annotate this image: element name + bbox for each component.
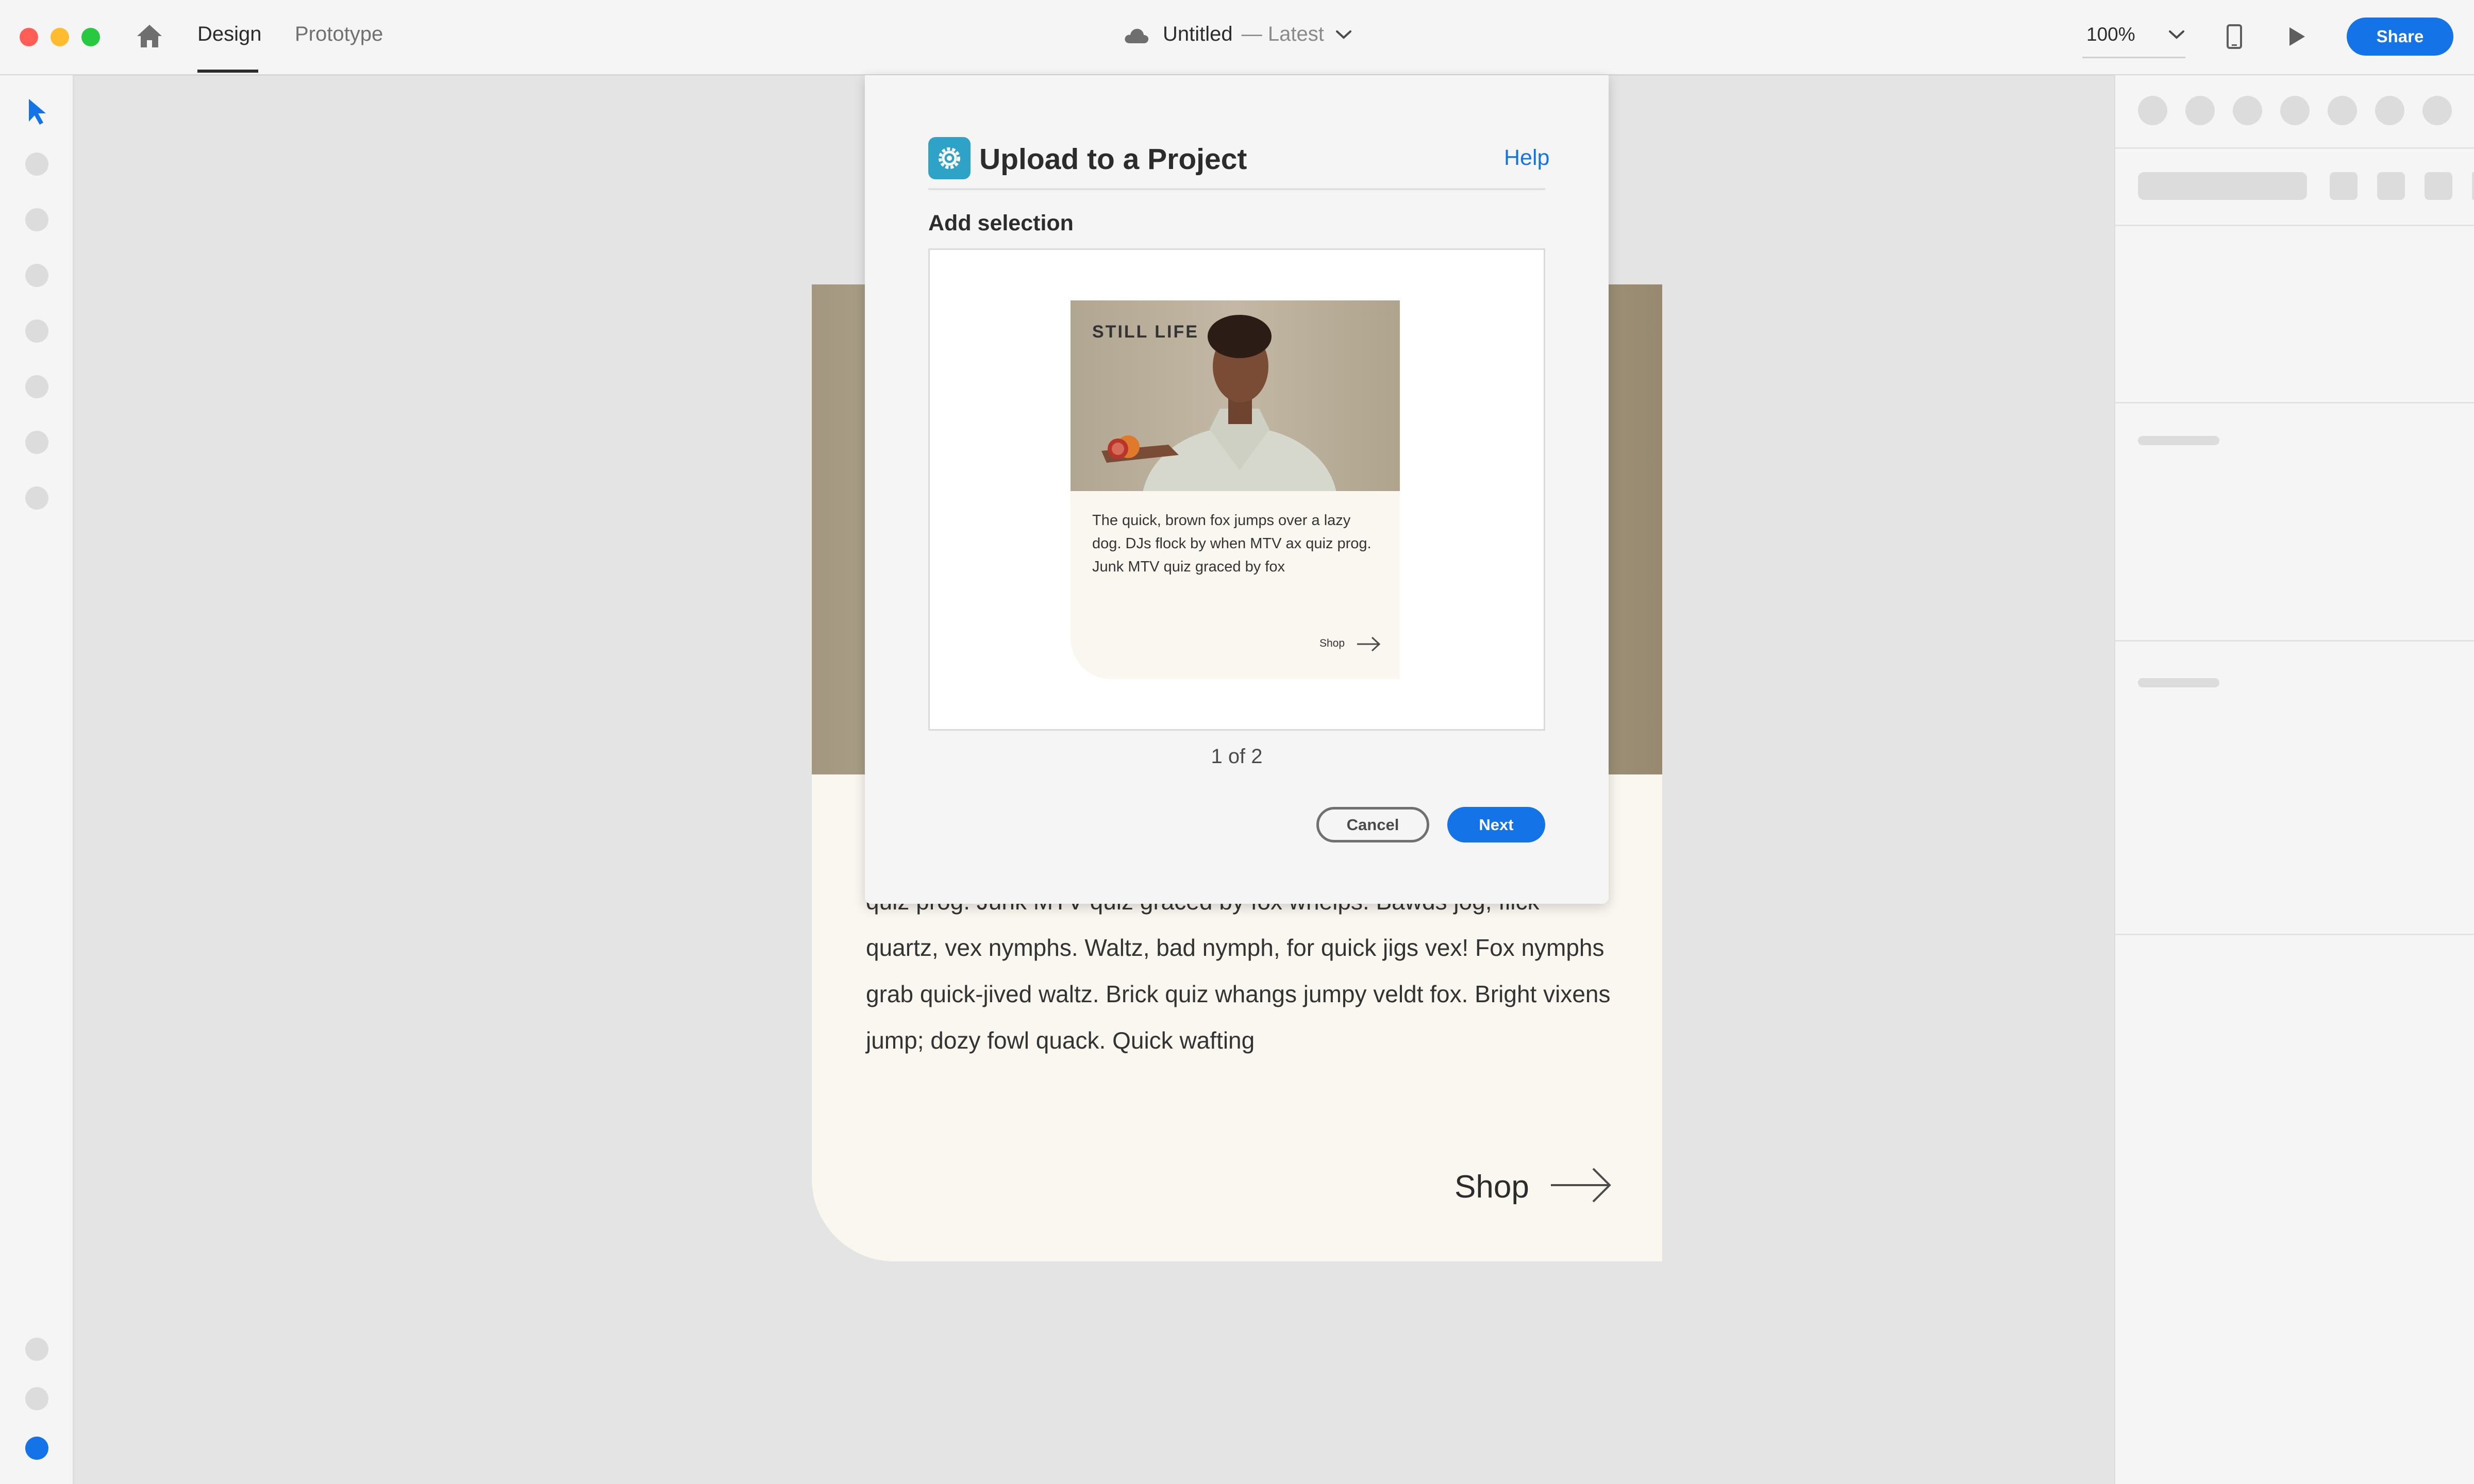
tab-design[interactable]: Design	[197, 23, 262, 46]
panel-divider	[2115, 640, 2474, 642]
align-control-2[interactable]	[2185, 96, 2215, 125]
tool-dot-2[interactable]	[25, 208, 48, 231]
align-control-3[interactable]	[2233, 96, 2262, 125]
tool-dot-3[interactable]	[25, 264, 48, 287]
panel-divider	[2115, 225, 2474, 226]
panel-control-4[interactable]	[2472, 172, 2474, 200]
preview-card: STILL LIFE The quick, brown fox jumps ov…	[1071, 300, 1400, 679]
help-link[interactable]: Help	[1504, 145, 1549, 171]
active-tab-indicator	[197, 70, 258, 73]
app-gear-icon	[939, 147, 960, 169]
tool-dot-1[interactable]	[25, 153, 48, 176]
panel-divider	[2115, 402, 2474, 403]
preview-card-shop-link: Shop	[1319, 637, 1345, 649]
align-control-5[interactable]	[2328, 96, 2357, 125]
property-inspector-panel	[2114, 75, 2474, 1484]
next-button[interactable]: Next	[1447, 807, 1545, 842]
app-logo	[928, 137, 971, 179]
cloud-icon	[1125, 28, 1149, 43]
dialog-header-divider	[928, 188, 1545, 190]
dialog-subtitle: Add selection	[928, 211, 1074, 235]
home-icon[interactable]	[135, 23, 164, 49]
document-name: Untitled	[1163, 23, 1233, 45]
zoom-level[interactable]: 100%	[2086, 24, 2135, 45]
align-control-4[interactable]	[2280, 96, 2310, 125]
panel-divider	[2115, 934, 2474, 935]
upload-dialog: Upload to a Project Help Add selection S…	[865, 75, 1609, 904]
document-title[interactable]: Untitled — Latest	[1163, 23, 1324, 46]
chevron-down-icon[interactable]	[1335, 29, 1352, 40]
tool-dot-7[interactable]	[25, 486, 48, 510]
close-window-button[interactable]	[20, 28, 38, 46]
app-window: Design Prototype Untitled — Latest 100% …	[0, 0, 2474, 1484]
zoom-chevron-down-icon[interactable]	[2168, 29, 2185, 40]
panel-divider	[2115, 147, 2474, 149]
left-toolbar	[0, 75, 74, 1484]
user-avatar[interactable]	[25, 1437, 48, 1460]
bottom-tool-dot-1[interactable]	[25, 1338, 48, 1361]
preview-card-heading: STILL LIFE	[1092, 322, 1199, 342]
zoom-window-button[interactable]	[81, 28, 100, 46]
panel-section-label-placeholder	[2138, 436, 2219, 445]
panel-section-label-placeholder	[2138, 678, 2219, 687]
top-bar: Design Prototype Untitled — Latest 100% …	[0, 0, 2474, 76]
preview-card-body: The quick, brown fox jumps over a lazy d…	[1092, 512, 1372, 575]
panel-control-1[interactable]	[2330, 172, 2358, 200]
tab-prototype[interactable]: Prototype	[295, 23, 383, 46]
preview-card-image: STILL LIFE	[1071, 300, 1400, 491]
panel-control-2[interactable]	[2377, 172, 2405, 200]
tool-dot-6[interactable]	[25, 431, 48, 454]
component-control[interactable]	[2138, 172, 2307, 200]
artboard-body-text: quiz prog. Junk MTV quiz graced by fox w…	[866, 888, 1611, 1054]
preview-arrow-right-icon	[1357, 636, 1381, 652]
cancel-button[interactable]: Cancel	[1316, 807, 1429, 842]
align-control-1[interactable]	[2138, 96, 2167, 125]
minimize-window-button[interactable]	[51, 28, 69, 46]
select-arrow-icon[interactable]	[27, 97, 47, 126]
arrow-right-icon	[1551, 1168, 1611, 1203]
artboard-shop-link[interactable]: Shop	[1455, 1169, 1529, 1205]
page-indicator: 1 of 2	[1211, 745, 1263, 768]
panel-control-3[interactable]	[2425, 172, 2452, 200]
tool-dot-4[interactable]	[25, 319, 48, 343]
bottom-tool-dot-2[interactable]	[25, 1387, 48, 1410]
zoom-field-underline	[2082, 57, 2185, 58]
dialog-title: Upload to a Project	[979, 143, 1247, 176]
device-phone-icon[interactable]	[2226, 24, 2243, 49]
document-status: — Latest	[1241, 23, 1324, 45]
share-button[interactable]: Share	[2347, 18, 2453, 56]
align-control-6[interactable]	[2375, 96, 2404, 125]
tool-dot-5[interactable]	[25, 375, 48, 398]
play-icon[interactable]	[2286, 26, 2307, 47]
align-control-7[interactable]	[2422, 96, 2452, 125]
